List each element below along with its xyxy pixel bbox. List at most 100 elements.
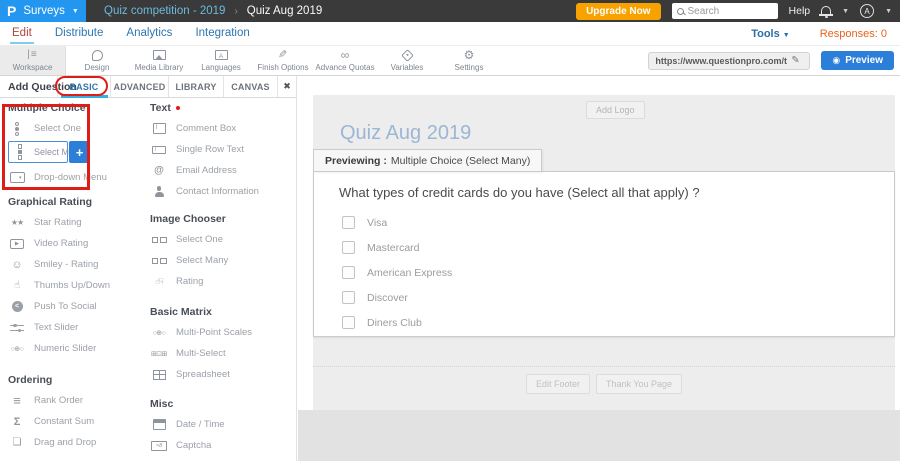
section-title: Misc: [150, 397, 174, 410]
option-checkbox[interactable]: [342, 241, 355, 254]
tab-edit[interactable]: Edit: [10, 23, 34, 44]
tab-integration[interactable]: Integration: [193, 23, 251, 44]
tool-label: Finish Options: [257, 63, 309, 72]
survey-url-input[interactable]: [655, 55, 788, 66]
qtype-star-rating[interactable]: Star Rating: [8, 212, 146, 233]
qtype-image-select-many[interactable]: Select Many: [150, 250, 288, 271]
qtype-rank-order[interactable]: Rank Order: [8, 390, 146, 411]
stars-icon: [8, 218, 26, 227]
qtype-drag-and-drop[interactable]: Drag and Drop: [8, 432, 146, 453]
tool-advance-quotas[interactable]: Advance Quotas: [314, 46, 376, 75]
surveys-menu[interactable]: P Surveys ▼: [0, 0, 86, 22]
qtype-image-select-one[interactable]: Select One: [150, 229, 288, 250]
qtype-smiley-rating[interactable]: Smiley - Rating: [8, 254, 146, 275]
add-select-many-button[interactable]: +: [69, 141, 90, 163]
qtype-spreadsheet[interactable]: Spreadsheet: [150, 364, 288, 385]
option-row[interactable]: American Express: [342, 260, 452, 285]
survey-title[interactable]: Quiz Aug 2019: [340, 122, 471, 145]
tool-workspace[interactable]: Workspace: [0, 46, 66, 75]
avatar[interactable]: A: [860, 4, 875, 18]
qtype-select-one[interactable]: Select One: [8, 118, 146, 139]
notifications-bell-icon[interactable]: [819, 5, 834, 18]
edit-pencil-icon[interactable]: ✎: [791, 55, 799, 66]
questionpro-logo: P: [7, 3, 17, 19]
tool-design[interactable]: Design: [66, 46, 128, 75]
option-row[interactable]: Discover: [342, 285, 452, 310]
single-row-icon: [152, 145, 166, 154]
tool-variables[interactable]: Variables: [376, 46, 438, 75]
translate-icon: [214, 50, 228, 60]
option-row[interactable]: Visa: [342, 210, 452, 235]
qtype-date-time[interactable]: Date / Time: [150, 414, 288, 435]
tool-languages[interactable]: Languages: [190, 46, 252, 75]
option-row[interactable]: Diners Club: [342, 310, 452, 335]
comment-box-icon: [152, 123, 166, 134]
radio-list-icon: [8, 121, 26, 136]
qtype-numeric-slider[interactable]: Numeric Slider: [8, 338, 146, 359]
eye-icon: ◉: [832, 55, 841, 65]
chain-links-icon: [341, 49, 350, 61]
at-icon: [150, 165, 168, 176]
chevron-down-icon[interactable]: ▼: [842, 8, 849, 15]
section-basic-matrix: Basic Matrix Multi-Point Scales Multi-Se…: [150, 304, 288, 385]
tab-library[interactable]: LIBRARY: [168, 76, 223, 97]
qtype-contact-information[interactable]: Contact Information: [150, 181, 288, 202]
edit-footer-button[interactable]: Edit Footer: [525, 374, 590, 394]
section-image-chooser: Image Chooser Select One Select Many Rat…: [150, 211, 288, 292]
tool-media-library[interactable]: Media Library: [128, 46, 190, 75]
qtype-push-to-social[interactable]: Push To Social: [8, 296, 146, 317]
tab-basic[interactable]: BASIC: [57, 76, 110, 97]
tool-finish-options[interactable]: Finish Options: [252, 46, 314, 75]
qtype-captcha[interactable]: Captcha: [150, 435, 288, 456]
qtype-text-slider[interactable]: Text Slider: [8, 317, 146, 338]
option-checkbox[interactable]: [342, 291, 355, 304]
tab-distribute[interactable]: Distribute: [53, 23, 106, 44]
tab-canvas[interactable]: CANVAS: [223, 76, 277, 97]
option-checkbox[interactable]: [342, 266, 355, 279]
chevron-down-icon: ▼: [782, 31, 790, 39]
rank-list-icon: [8, 393, 26, 408]
tab-analytics[interactable]: Analytics: [124, 23, 174, 44]
qtype-multi-select[interactable]: Multi-Select: [150, 343, 288, 364]
qtype-constant-sum[interactable]: Constant Sum: [8, 411, 146, 432]
options-list: Visa Mastercard American Express Discove…: [342, 210, 452, 335]
panel-title: Add Question: [8, 80, 77, 93]
search-input[interactable]: [687, 5, 768, 17]
option-checkbox[interactable]: [342, 216, 355, 229]
upgrade-now-button[interactable]: Upgrade Now: [576, 2, 661, 20]
chevron-down-icon[interactable]: ▼: [885, 8, 892, 15]
preview-button[interactable]: ◉ Preview: [821, 51, 894, 70]
qtype-comment-box[interactable]: Comment Box: [150, 118, 288, 139]
qtype-image-rating[interactable]: Rating: [150, 271, 288, 292]
qtype-video-rating[interactable]: Video Rating: [8, 233, 146, 254]
breadcrumb: Quiz competition - 2019 › Quiz Aug 2019: [104, 5, 322, 17]
smiley-icon: [8, 259, 26, 271]
tools-dropdown[interactable]: Tools ▼: [751, 28, 790, 40]
workspace-icon: [27, 49, 37, 61]
previewing-value: Multiple Choice (Select Many): [390, 154, 531, 167]
thank-you-page-button[interactable]: Thank You Page: [595, 374, 683, 394]
qtype-email-address[interactable]: Email Address: [150, 160, 288, 181]
multi-select-icon: [150, 350, 168, 358]
qtype-select-many[interactable]: Select Many: [8, 141, 84, 163]
breadcrumb-parent[interactable]: Quiz competition - 2019: [104, 5, 225, 17]
tab-advanced[interactable]: ADVANCED: [110, 76, 168, 97]
qtype-thumbs-up-down[interactable]: Thumbs Up/Down: [8, 275, 146, 296]
section-title: Image Chooser: [150, 212, 226, 225]
close-icon[interactable]: ✖: [277, 76, 296, 97]
search-box[interactable]: [671, 3, 778, 19]
responses-count[interactable]: Responses: 0: [820, 28, 887, 40]
tool-settings[interactable]: Settings: [438, 46, 500, 75]
gear-icon: [464, 49, 475, 61]
survey-url-box[interactable]: ✎: [648, 51, 811, 70]
dropdown-icon: [9, 172, 25, 183]
surveys-label: Surveys: [23, 5, 65, 17]
help-link[interactable]: Help: [789, 5, 811, 17]
qtype-multi-point-scales[interactable]: Multi-Point Scales: [150, 322, 288, 343]
option-checkbox[interactable]: [342, 316, 355, 329]
image-pair-icon: [151, 257, 167, 264]
add-logo-button[interactable]: Add Logo: [586, 101, 645, 119]
qtype-dropdown-menu[interactable]: Drop-down Menu: [8, 167, 146, 188]
option-row[interactable]: Mastercard: [342, 235, 452, 260]
qtype-single-row-text[interactable]: Single Row Text: [150, 139, 288, 160]
